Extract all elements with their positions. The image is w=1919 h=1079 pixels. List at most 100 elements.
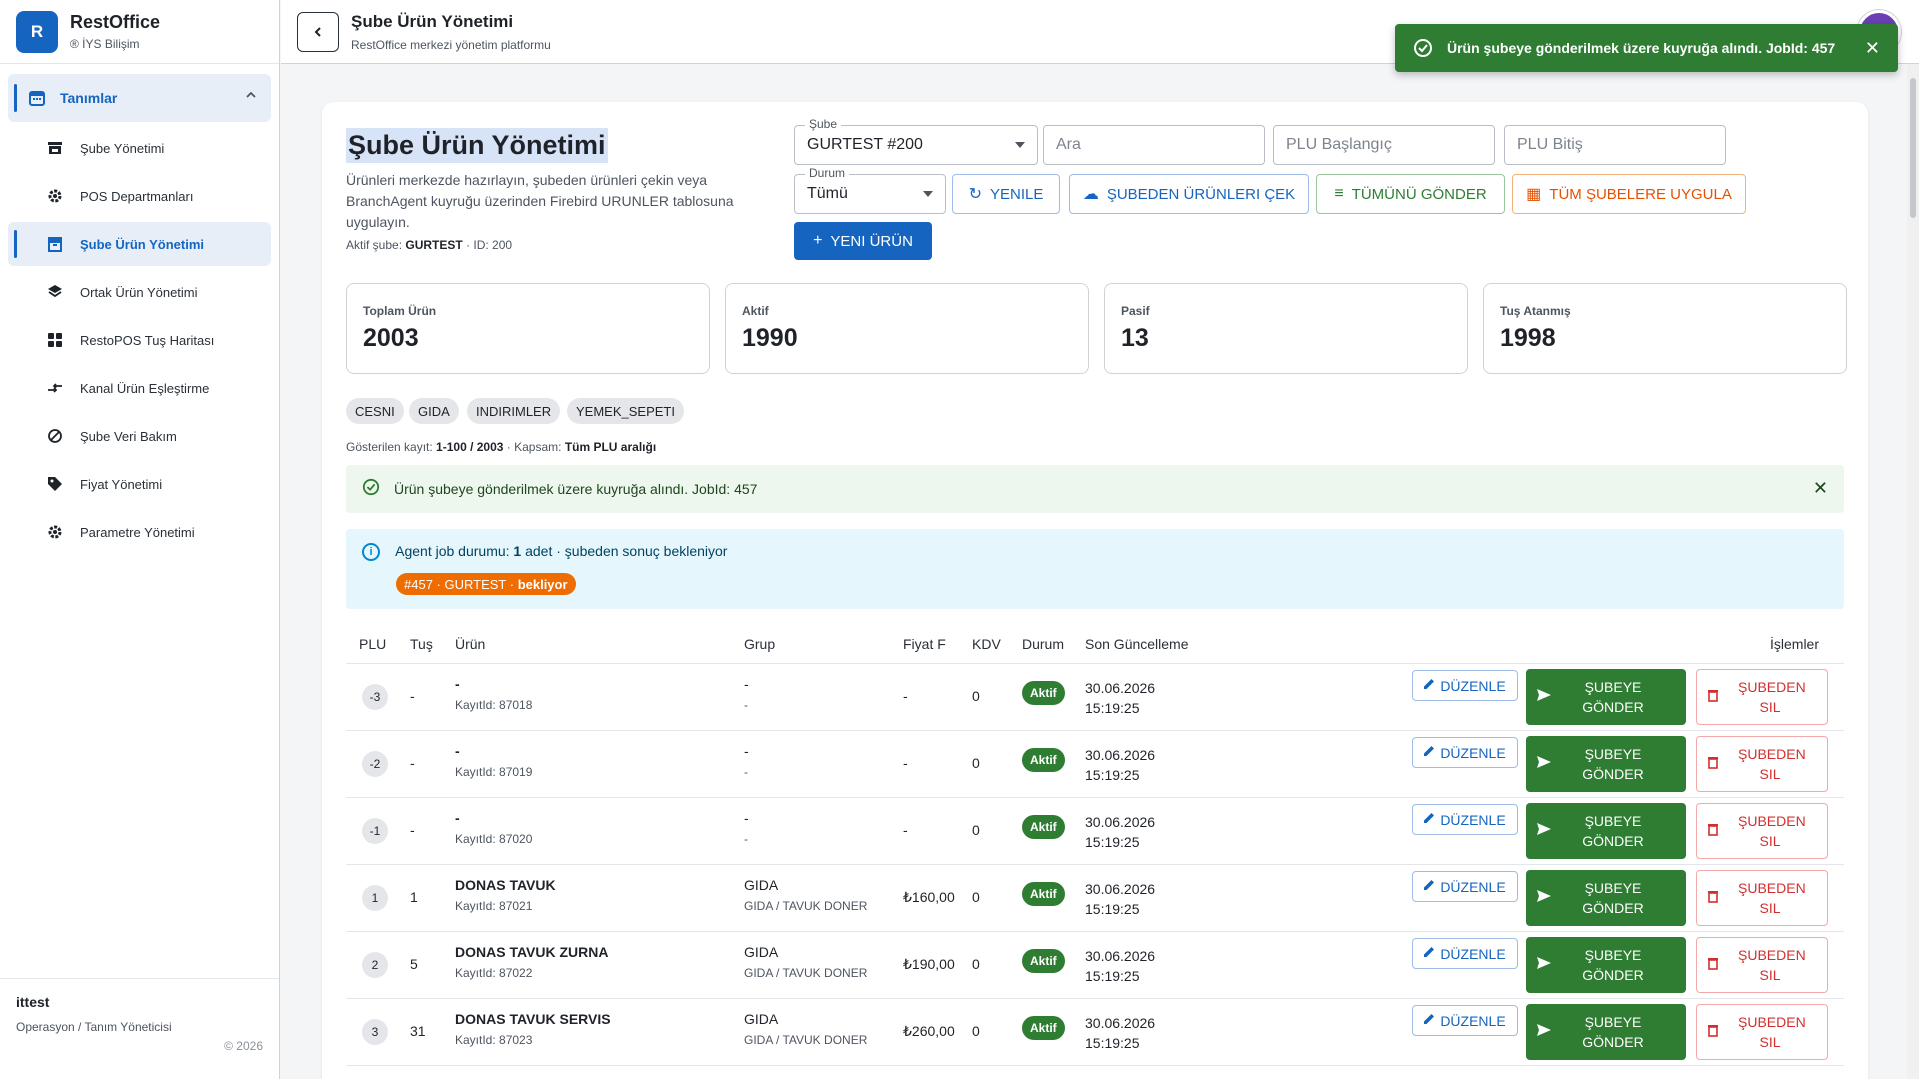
trash-icon [1707, 688, 1719, 708]
job-status-chip[interactable]: #457 · GURTEST · bekliyor [396, 573, 576, 595]
group-cell: - - [744, 810, 749, 846]
page-description: Ürünleri merkezde hazırlayın, şubeden ür… [346, 172, 734, 230]
back-button[interactable] [297, 11, 339, 52]
updated-date: 30.06.2026 [1085, 814, 1156, 830]
header-fiyat[interactable]: Fiyat F [903, 636, 946, 652]
send-icon [1536, 888, 1552, 910]
status-select-value: Tümü [807, 185, 848, 202]
plu-end-input[interactable]: PLU Bitiş [1504, 125, 1726, 165]
sidebar-item-label: Şube Ürün Yönetimi [80, 236, 204, 252]
group-chip[interactable]: GIDA [409, 398, 459, 424]
price-cell: ₺190,00 [903, 956, 955, 972]
product-record-id: KayıtId: 87021 [455, 899, 533, 913]
job-chip-text: #457 · GURTEST · [404, 576, 515, 592]
brand-title: RestOffice [70, 12, 161, 32]
sidebar-item-label: Ortak Ürün Yönetimi [80, 284, 198, 300]
sidebar-item-ortak-urun-yonetimi[interactable]: Ortak Ürün Yönetimi [8, 270, 271, 314]
sidebar-item-sube-yonetimi[interactable]: Şube Yönetimi [8, 126, 271, 170]
nav-group-tanimlar[interactable]: Tanımlar [8, 74, 271, 122]
header-urun[interactable]: Ürün [455, 636, 485, 652]
group-chip[interactable]: INDIRIMLER [467, 398, 561, 424]
updated-time: 15:19:25 [1085, 767, 1140, 783]
delete-from-branch-button[interactable]: ŞUBEDEN SIL [1696, 1004, 1828, 1060]
apply-all-branches-button[interactable]: ▦ TÜM ŞUBELERE UYGULA [1512, 174, 1746, 214]
pencil-icon [1422, 744, 1436, 764]
stat-value: 1990 [742, 324, 798, 352]
close-icon[interactable]: ✕ [1813, 478, 1828, 499]
product-name: DONAS TAVUK ZURNA [455, 944, 609, 960]
plu-start-input[interactable]: PLU Başlangıç [1273, 125, 1495, 165]
compare-arrows-icon [46, 379, 64, 397]
sidebar-item-sube-veri-bakim[interactable]: Şube Veri Bakım [8, 414, 271, 458]
delete-from-branch-button[interactable]: ŞUBEDEN SIL [1696, 736, 1828, 792]
header-islemler: İşlemler [1770, 636, 1820, 652]
sidebar-item-label: RestoPOS Tuş Haritası [80, 332, 215, 348]
edit-button[interactable]: DÜZENLE [1412, 670, 1518, 701]
edit-button[interactable]: DÜZENLE [1412, 737, 1518, 768]
header-kdv[interactable]: KDV [972, 636, 1001, 652]
close-icon[interactable]: ✕ [1865, 38, 1880, 59]
send-to-branch-button[interactable]: ŞUBEYE GÖNDER [1526, 803, 1686, 859]
stat-value: 2003 [363, 324, 419, 352]
table-row: -3 - - KayıtId: 87018 - - - 0 Aktif 30.0… [346, 664, 1844, 731]
delete-from-branch-button[interactable]: ŞUBEDEN SIL [1696, 803, 1828, 859]
subgroup-name: GIDA / TAVUK DONER [744, 966, 868, 980]
edit-button[interactable]: DÜZENLE [1412, 1005, 1518, 1036]
send-to-branch-button[interactable]: ŞUBEYE GÖNDER [1526, 1004, 1686, 1060]
send-label: ŞUBEYE GÖNDER [1582, 679, 1644, 715]
group-chip[interactable]: CESNI [346, 398, 404, 424]
header-plu[interactable]: PLU [359, 636, 386, 652]
header-grup[interactable]: Grup [744, 636, 775, 652]
delete-from-branch-button[interactable]: ŞUBEDEN SIL [1696, 669, 1828, 725]
edit-button[interactable]: DÜZENLE [1412, 938, 1518, 969]
new-product-button[interactable]: + YENI ÜRÜN [794, 222, 932, 260]
pull-products-button[interactable]: ☁ ŞUBEDEN ÜRÜNLERI ÇEK [1069, 174, 1309, 214]
product-name: DONAS TAVUK [455, 877, 556, 893]
edit-label: DÜZENLE [1440, 744, 1506, 761]
edit-button[interactable]: DÜZENLE [1412, 871, 1518, 902]
table-row: 1 1 DONAS TAVUK KayıtId: 87021 GIDA GIDA… [346, 865, 1844, 932]
group-chip[interactable]: YEMEK_SEPETI [567, 398, 684, 424]
pencil-icon [1422, 1012, 1436, 1032]
sidebar-item-sube-urun-yonetimi[interactable]: Şube Ürün Yönetimi [8, 222, 271, 266]
group-cell: - - [744, 743, 749, 779]
send-to-branch-button[interactable]: ŞUBEYE GÖNDER [1526, 736, 1686, 792]
updated-date: 30.06.2026 [1085, 881, 1156, 897]
refresh-button[interactable]: ↻ YENILE [952, 174, 1060, 214]
delete-from-branch-button[interactable]: ŞUBEDEN SIL [1696, 937, 1828, 993]
sidebar-item-parametre-yonetimi[interactable]: Parametre Yönetimi [8, 510, 271, 554]
header-durum[interactable]: Durum [1022, 636, 1064, 652]
header-tus[interactable]: Tuş [410, 636, 433, 652]
send-to-branch-button[interactable]: ŞUBEYE GÖNDER [1526, 870, 1686, 926]
price-cell: ₺160,00 [903, 889, 955, 905]
sidebar-item-kanal-urun-eslestirme[interactable]: Kanal Ürün Eşleştirme [8, 366, 271, 410]
plu-badge: 3 [362, 1019, 388, 1045]
scrollbar-thumb[interactable] [1910, 78, 1916, 218]
delete-label: ŞUBEDEN SIL [1738, 746, 1806, 782]
edit-label: DÜZENLE [1440, 1012, 1506, 1029]
search-input[interactable]: Ara [1043, 125, 1265, 165]
delete-from-branch-button[interactable]: ŞUBEDEN SIL [1696, 870, 1828, 926]
product-record-id: KayıtId: 87019 [455, 765, 533, 779]
stat-label: Toplam Ürün [363, 304, 437, 318]
edit-button[interactable]: DÜZENLE [1412, 804, 1518, 835]
tus-cell: - [410, 688, 415, 704]
sidebar-item-restopos-tus-haritasi[interactable]: RestoPOS Tuş Haritası [8, 318, 271, 362]
branch-select[interactable]: Şube GURTEST #200 [794, 117, 1038, 165]
topbar-subtitle: RestOffice merkezi yönetim platformu [351, 37, 551, 52]
send-all-button[interactable]: ≡ TÜMÜNÜ GÖNDER [1316, 174, 1505, 214]
plu-badge: -3 [362, 684, 388, 710]
scrollbar[interactable] [1907, 64, 1919, 1079]
price-cell: - [903, 688, 908, 704]
sidebar-item-fiyat-yonetimi[interactable]: Fiyat Yönetimi [8, 462, 271, 506]
sidebar-item-pos-departmanlari[interactable]: POS Departmanları [8, 174, 271, 218]
send-to-branch-button[interactable]: ŞUBEYE GÖNDER [1526, 669, 1686, 725]
grid-icon [46, 331, 64, 349]
status-select[interactable]: Durum Tümü [794, 166, 946, 214]
pencil-icon [1422, 945, 1436, 965]
header-son-guncelleme[interactable]: Son Güncelleme [1085, 636, 1189, 652]
send-to-branch-button[interactable]: ŞUBEYE GÖNDER [1526, 937, 1686, 993]
kdv-cell: 0 [972, 889, 980, 905]
product-name: - [455, 676, 460, 692]
status-badge: Aktif [1022, 949, 1065, 973]
